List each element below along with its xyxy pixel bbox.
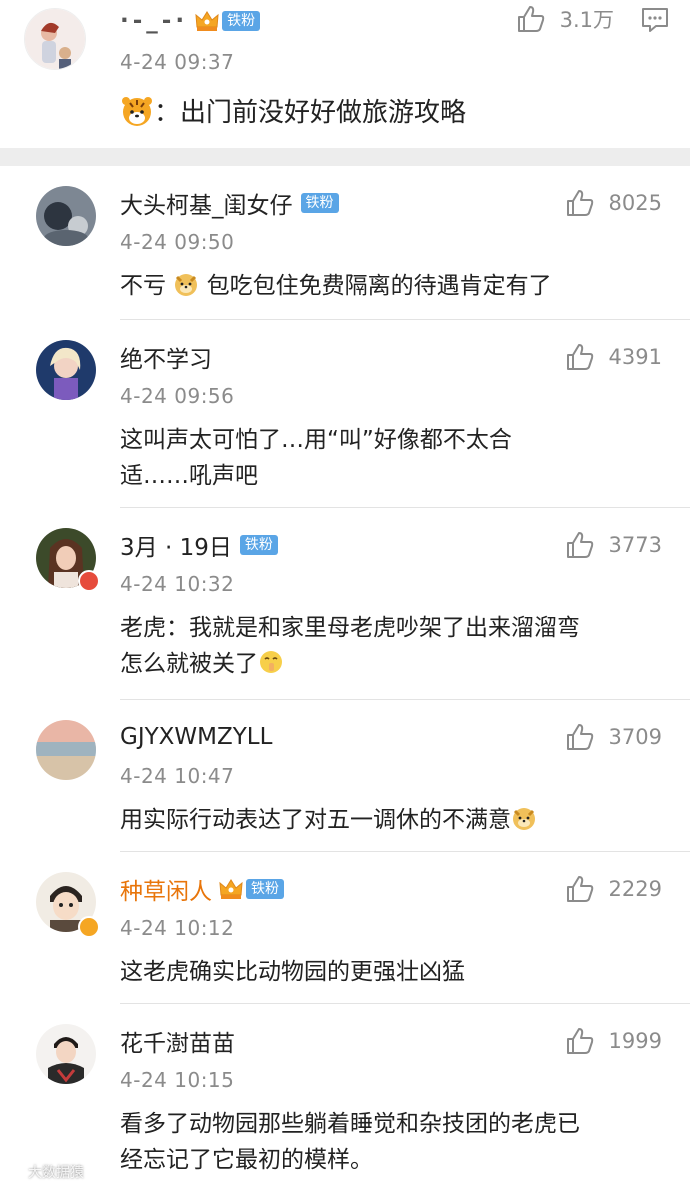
- username-row: 花千澍苗苗: [120, 1024, 235, 1058]
- like-button[interactable]: 1999: [565, 1024, 662, 1058]
- comment-text-part: 怎么就被关了: [120, 651, 258, 677]
- like-button[interactable]: 4391: [565, 340, 662, 374]
- comment-line: 适……吼声吧: [120, 463, 258, 489]
- like-count: 4391: [608, 345, 662, 369]
- thumb-up-icon: [566, 876, 593, 902]
- comment-item: 大头柯基_闺女仔 铁粉 8025 4-24 09:50 不亏 包吃包住免费隔离的…: [0, 166, 690, 320]
- comment-item: 绝不学习 4391 4-24 09:56 这叫声太可怕了…用“叫”好像都不太合 …: [0, 320, 690, 508]
- comment-item: 3月 · 19日 铁粉 3773 4-24 10:32 老虎：我就是和家里母老虎…: [0, 508, 690, 700]
- tiger-emoji: [120, 94, 154, 128]
- comment-text: 用实际行动表达了对五一调休的不满意: [120, 802, 668, 838]
- doge-emoji: [173, 271, 199, 297]
- like-button[interactable]: 3709: [565, 720, 662, 754]
- fan-badge: 铁粉: [239, 535, 278, 555]
- like-button[interactable]: 3773: [565, 528, 662, 562]
- username-row: 大头柯基_闺女仔 铁粉: [120, 186, 339, 220]
- comment-text: 不亏 包吃包住免费隔离的待遇肯定有了: [120, 268, 668, 304]
- username-row: 种草闲人 铁粉: [120, 872, 284, 906]
- comment-text-part: 这老虎确实比动物园的更强壮凶猛: [120, 959, 465, 985]
- like-count: 3709: [608, 725, 662, 749]
- comment-text: 老虎：我就是和家里母老虎吵架了出来溜溜弯 怎么就被关了: [120, 610, 668, 682]
- timestamp: 4-24 10:12: [120, 916, 235, 940]
- username[interactable]: GJYXWMZYLL: [120, 724, 272, 750]
- section-gap: [0, 148, 690, 166]
- verified-icon: [78, 916, 100, 938]
- like-count: 2229: [608, 877, 662, 901]
- username[interactable]: 花千澍苗苗: [120, 1024, 235, 1058]
- thumb-up-icon: [566, 724, 593, 750]
- crown-icon: [194, 9, 220, 33]
- timestamp: 4-24 09:37: [120, 50, 235, 74]
- avatar[interactable]: [36, 720, 96, 780]
- username-row: ·-_-· 铁粉: [120, 4, 261, 38]
- like-count: 3773: [608, 533, 662, 557]
- like-count: 1999: [608, 1029, 662, 1053]
- thumb-up-icon: [566, 190, 593, 216]
- shush-emoji: [258, 649, 284, 675]
- timestamp: 4-24 09:50: [120, 230, 235, 254]
- crown-icon: [218, 877, 244, 901]
- fan-badge: 铁粉: [300, 193, 339, 213]
- username[interactable]: 种草闲人: [120, 872, 212, 906]
- vip-badge-icon: [78, 570, 100, 592]
- avatar[interactable]: [36, 340, 96, 400]
- comment-text: 这叫声太可怕了…用“叫”好像都不太合 适……吼声吧: [120, 422, 668, 494]
- username[interactable]: 绝不学习: [120, 340, 212, 374]
- watermark-logo-icon: [6, 1163, 24, 1181]
- username[interactable]: 3月 · 19日: [120, 528, 232, 562]
- fan-badge: 铁粉: [246, 879, 284, 899]
- comment-item: 种草闲人 铁粉 2229 4-24 10:12 这老虎确实比动物园的更强壮凶猛: [0, 852, 690, 1004]
- comment-text: 看多了动物园那些躺着睡觉和杂技团的老虎已 经忘记了它最初的模样。: [120, 1106, 668, 1178]
- thumb-up-icon: [566, 344, 593, 370]
- username-row: 绝不学习: [120, 340, 212, 374]
- watermark: 大数据猿: [6, 1162, 84, 1182]
- username[interactable]: ·-_-·: [120, 8, 188, 34]
- comment-item: 花千澍苗苗 1999 4-24 10:15 看多了动物园那些躺着睡觉和杂技团的老…: [0, 1004, 690, 1190]
- like-count: 8025: [608, 191, 662, 215]
- watermark-text: 大数据猿: [28, 1165, 84, 1181]
- username-row: GJYXWMZYLL: [120, 720, 272, 754]
- like-button[interactable]: 8025: [565, 186, 662, 220]
- top-post: ·-_-· 铁粉 3.1万 4-24 09:37 ：出门前没好好做旅游攻略: [0, 0, 690, 148]
- like-count: 3.1万: [559, 8, 614, 32]
- avatar[interactable]: [24, 8, 86, 70]
- comment-text-part: 不亏: [120, 273, 166, 299]
- fan-badge: 铁粉: [222, 11, 261, 31]
- comment-line: 这叫声太可怕了…用“叫”好像都不太合: [120, 427, 512, 453]
- reply-icon[interactable]: [640, 6, 670, 34]
- timestamp: 4-24 10:47: [120, 764, 235, 788]
- comment-line: 经忘记了它最初的模样。: [120, 1147, 373, 1173]
- avatar[interactable]: [36, 186, 96, 246]
- comment-text-part: 用实际行动表达了对五一调休的不满意: [120, 807, 511, 833]
- avatar[interactable]: [36, 1024, 96, 1084]
- thumb-up-icon: [517, 6, 544, 32]
- username[interactable]: 大头柯基_闺女仔: [120, 186, 293, 220]
- timestamp: 4-24 10:32: [120, 572, 235, 596]
- comment-item: GJYXWMZYLL 3709 4-24 10:47 用实际行动表达了对五一调休…: [0, 700, 690, 852]
- timestamp: 4-24 09:56: [120, 384, 235, 408]
- comment-line: 看多了动物园那些躺着睡觉和杂技团的老虎已: [120, 1111, 580, 1137]
- comment-line: 老虎：我就是和家里母老虎吵架了出来溜溜弯: [120, 615, 580, 641]
- comment-text: 这老虎确实比动物园的更强壮凶猛: [120, 954, 668, 990]
- username-row: 3月 · 19日 铁粉: [120, 528, 278, 562]
- post-text-body: ：出门前没好好做旅游攻略: [154, 98, 467, 128]
- thumb-up-icon: [566, 1028, 593, 1054]
- like-button[interactable]: 3.1万: [516, 2, 614, 36]
- doge-emoji: [511, 805, 537, 831]
- thumb-up-icon: [566, 532, 593, 558]
- post-text: ：出门前没好好做旅游攻略: [120, 94, 668, 131]
- like-button[interactable]: 2229: [565, 872, 662, 906]
- comment-text-part: 包吃包住免费隔离的待遇肯定有了: [206, 273, 552, 299]
- timestamp: 4-24 10:15: [120, 1068, 235, 1092]
- comment-line: 怎么就被关了: [120, 646, 668, 682]
